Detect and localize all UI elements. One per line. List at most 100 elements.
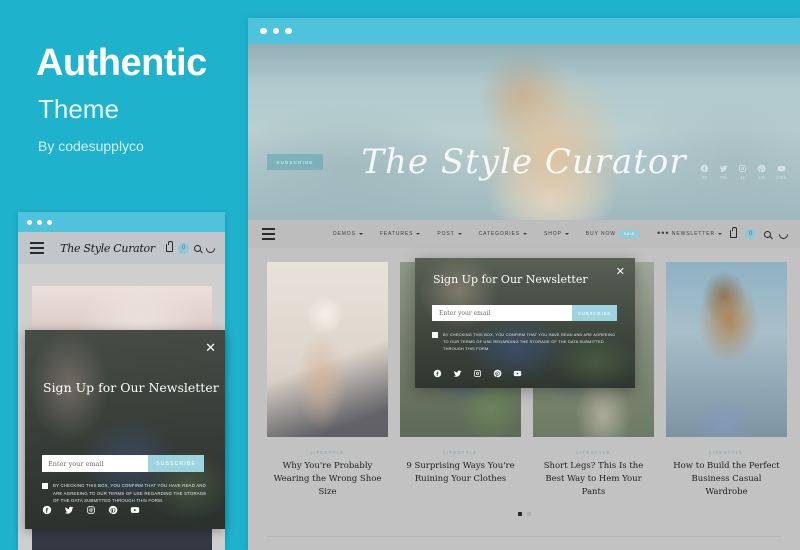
article-category[interactable]: LIFESTYLE xyxy=(533,450,654,455)
social-count: 170k xyxy=(776,175,786,180)
facebook-icon[interactable] xyxy=(42,505,52,515)
social-count: 76k xyxy=(719,175,728,180)
pagination-dot-1[interactable] xyxy=(517,511,522,516)
instagram-icon[interactable] xyxy=(473,369,482,378)
consent-row: BY CHECKING THIS BOX, YOU CONFIRM THAT Y… xyxy=(432,331,618,352)
social-item-instagram[interactable]: 41 xyxy=(738,164,747,180)
chevron-down-icon xyxy=(358,233,363,235)
search-icon[interactable] xyxy=(194,244,201,252)
nav-right-group: NEWSLETTER 0 xyxy=(672,227,790,241)
nav-item-categories[interactable]: CATEGORIES xyxy=(479,231,527,237)
chevron-down-icon xyxy=(522,233,527,235)
moon-icon[interactable] xyxy=(777,227,790,241)
article-category[interactable]: LIFESTYLE xyxy=(666,450,787,455)
article-title[interactable]: 9 Surprising Ways You're Ruining Your Cl… xyxy=(400,460,521,486)
subscribe-button[interactable]: SUBSCRIBE xyxy=(572,305,617,321)
window-dot-minimize[interactable] xyxy=(37,219,42,225)
instagram-icon[interactable] xyxy=(86,505,96,515)
social-item-facebook[interactable]: 22 xyxy=(700,164,709,180)
hamburger-icon[interactable] xyxy=(262,228,275,240)
youtube-icon[interactable] xyxy=(513,369,522,378)
mobile-site-header: The Style Curator 0 xyxy=(18,232,225,264)
nav-item-buy-now[interactable]: BUY NOW SALE xyxy=(586,230,641,238)
nav-label: CATEGORIES xyxy=(478,231,520,237)
shopping-bag-icon[interactable] xyxy=(166,241,173,252)
nav-label: POST xyxy=(437,231,455,237)
email-field[interactable] xyxy=(42,455,148,472)
consent-text: BY CHECKING THIS BOX, YOU CONFIRM THAT Y… xyxy=(53,483,207,504)
popup-social-links xyxy=(433,369,522,378)
mobile-titlebar xyxy=(18,212,225,232)
section-divider xyxy=(267,535,781,537)
article-thumbnail xyxy=(267,262,388,437)
social-item-twitter[interactable]: 76k xyxy=(719,164,728,180)
consent-checkbox[interactable] xyxy=(42,483,48,489)
site-logo[interactable]: The Style Curator xyxy=(361,142,686,182)
social-item-pinterest[interactable]: 13k xyxy=(757,164,766,180)
window-dot-maximize[interactable] xyxy=(47,219,52,225)
nav-item-shop[interactable]: SHOP xyxy=(544,231,569,237)
article-category[interactable]: LIFESTYLE xyxy=(267,450,388,455)
status-badge: SALE xyxy=(618,230,641,238)
pinterest-icon xyxy=(757,164,766,173)
nav-item-features[interactable]: FEATURES xyxy=(380,231,421,237)
article-title[interactable]: Short Legs? This Is the Best Way to Hem … xyxy=(533,460,654,500)
youtube-icon[interactable] xyxy=(130,505,140,515)
nav-label: DEMOS xyxy=(333,231,356,237)
facebook-icon xyxy=(700,164,709,173)
nav-item-newsletter[interactable]: NEWSLETTER xyxy=(672,231,722,237)
twitter-icon[interactable] xyxy=(453,369,462,378)
page-title: Authentic xyxy=(36,42,207,84)
consent-text: BY CHECKING THIS BOX, YOU CONFIRM THAT Y… xyxy=(443,332,616,352)
pinterest-icon[interactable] xyxy=(493,369,502,378)
close-icon[interactable]: ✕ xyxy=(616,267,625,278)
window-dot-close[interactable] xyxy=(260,27,267,35)
article-card[interactable]: LIFESTYLE Why You're Probably Wearing th… xyxy=(267,262,388,500)
promo-subtitle: Theme xyxy=(38,94,119,124)
article-thumbnail xyxy=(666,262,787,437)
consent-checkbox[interactable] xyxy=(432,332,438,338)
window-dot-maximize[interactable] xyxy=(285,27,292,35)
shopping-bag-icon[interactable] xyxy=(730,227,737,238)
instagram-icon xyxy=(738,164,747,173)
chevron-down-icon xyxy=(416,233,421,235)
popup-title: Sign Up for Our Newsletter xyxy=(433,273,588,286)
desktop-newsletter-popup: ✕ Sign Up for Our Newsletter SUBSCRIBE B… xyxy=(415,258,635,388)
article-category[interactable]: LIFESTYLE xyxy=(400,450,521,455)
nav-links: DEMOS FEATURES POST CATEGORIES SHOP BUY … xyxy=(333,229,670,238)
newsletter-form: SUBSCRIBE xyxy=(42,455,204,472)
social-count: 22 xyxy=(702,175,708,180)
mobile-header-icons: 0 xyxy=(166,241,217,255)
hero-top-fade xyxy=(248,44,800,84)
chevron-down-icon xyxy=(457,233,462,235)
cart-count-badge: 0 xyxy=(178,242,189,254)
moon-icon[interactable] xyxy=(204,241,217,255)
site-logo[interactable]: The Style Curator xyxy=(60,242,155,255)
article-title[interactable]: Why You're Probably Wearing the Wrong Sh… xyxy=(267,460,388,500)
window-dot-close[interactable] xyxy=(27,219,32,225)
ellipsis-icon[interactable]: ••• xyxy=(657,229,669,237)
hamburger-icon[interactable] xyxy=(30,242,44,254)
hero-subscribe-button[interactable]: SUBSCRIBE xyxy=(267,154,323,170)
email-field[interactable] xyxy=(432,305,572,321)
social-count: 13k xyxy=(757,175,766,180)
nav-item-post[interactable]: POST xyxy=(437,231,462,237)
nav-label: SHOP xyxy=(543,231,562,237)
article-card[interactable]: LIFESTYLE How to Build the Perfect Busin… xyxy=(666,262,787,500)
close-icon[interactable]: ✕ xyxy=(205,341,216,354)
hero-banner: SUBSCRIBE The Style Curator 22 76k 41 13… xyxy=(248,44,800,220)
search-icon[interactable] xyxy=(764,230,771,238)
pinterest-icon[interactable] xyxy=(108,505,118,515)
social-item-youtube[interactable]: 170k xyxy=(776,164,786,180)
twitter-icon[interactable] xyxy=(64,505,74,515)
desktop-titlebar xyxy=(248,18,800,44)
subscribe-button[interactable]: SUBSCRIBE xyxy=(148,455,204,472)
chevron-down-icon xyxy=(718,233,722,235)
pagination-dot-2[interactable] xyxy=(526,511,531,516)
popup-title: Sign Up for Our Newsletter xyxy=(43,380,219,395)
window-dot-minimize[interactable] xyxy=(272,27,279,35)
nav-item-demos[interactable]: DEMOS xyxy=(333,231,363,237)
consent-row: BY CHECKING THIS BOX, YOU CONFIRM THAT Y… xyxy=(42,482,210,505)
facebook-icon[interactable] xyxy=(433,369,442,378)
article-title[interactable]: How to Build the Perfect Business Casual… xyxy=(666,460,787,500)
